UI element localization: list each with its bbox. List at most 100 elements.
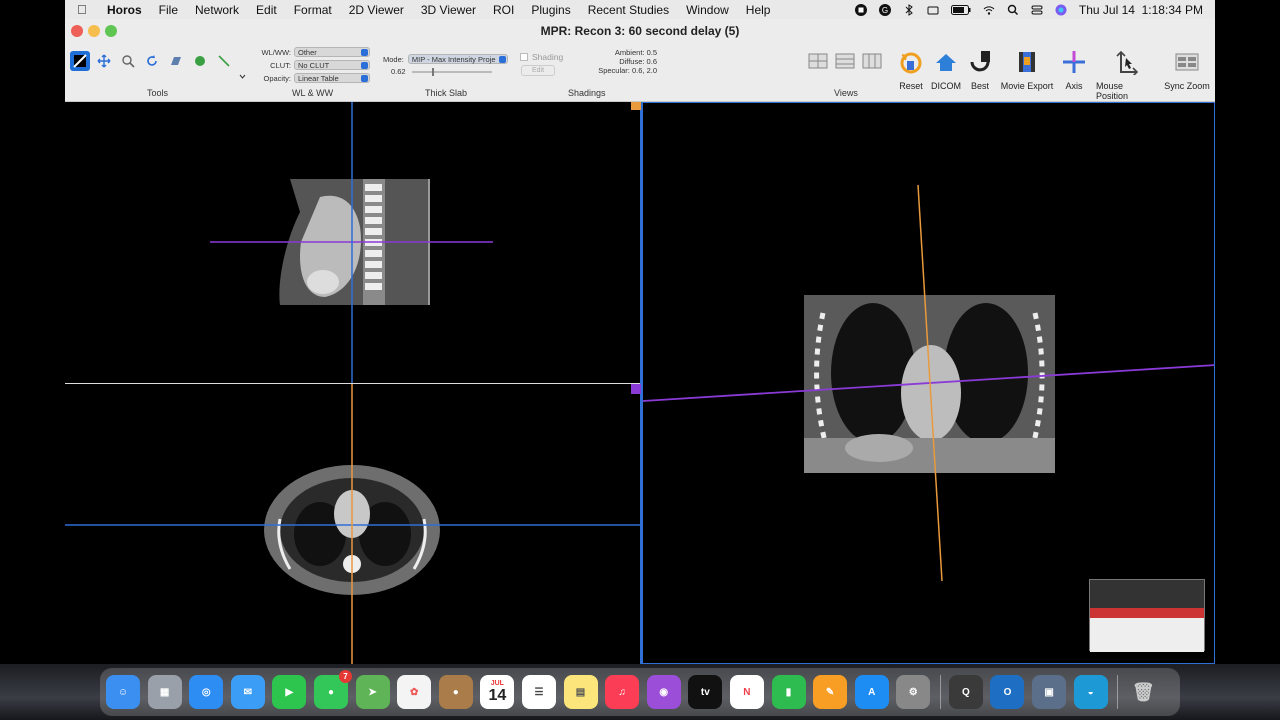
slab-thickness-value: 0.62 bbox=[391, 67, 406, 76]
move-tool-button[interactable] bbox=[94, 51, 114, 71]
launchpad-icon[interactable]: ▦ bbox=[147, 675, 182, 709]
horos-icon[interactable]: ◒ bbox=[1073, 675, 1108, 709]
wlww-group-label: WL & WW bbox=[292, 88, 334, 98]
menu-clock[interactable]: Thu Jul 14 1:18:34 PM bbox=[1079, 3, 1203, 17]
sphere-icon bbox=[195, 56, 205, 66]
mouse-position-icon bbox=[1116, 50, 1139, 75]
safari-icon[interactable]: ◎ bbox=[189, 675, 224, 709]
sync-zoom-button[interactable]: Sync Zoom bbox=[1157, 47, 1217, 91]
diffuse-value: Diffuse: 0.6 bbox=[619, 57, 657, 66]
contacts-icon[interactable]: ● bbox=[438, 675, 473, 709]
shadings-group-label: Shadings bbox=[568, 88, 606, 98]
axial-ct-image bbox=[65, 384, 640, 664]
numbers-icon[interactable]: ▮ bbox=[771, 675, 806, 709]
apple-tv-icon[interactable]: tv bbox=[688, 675, 723, 709]
notes-icon[interactable]: ▤ bbox=[563, 675, 598, 709]
menu-help[interactable]: Help bbox=[746, 3, 771, 17]
wl-tool-button[interactable] bbox=[70, 51, 90, 71]
view-layout-grid-icon[interactable] bbox=[808, 53, 828, 69]
menu-roi[interactable]: ROI bbox=[493, 3, 514, 17]
zoom-tool-button[interactable] bbox=[118, 51, 138, 71]
mouse-position-button[interactable]: Mouse Position bbox=[1096, 47, 1156, 101]
outlook-icon[interactable]: O bbox=[990, 675, 1025, 709]
photos-icon[interactable]: ✿ bbox=[397, 675, 432, 709]
maps-icon[interactable]: ➤ bbox=[355, 675, 390, 709]
coronal-viewport[interactable] bbox=[642, 102, 1215, 664]
keyboard-icon[interactable] bbox=[927, 4, 939, 16]
spotlight-search-icon[interactable] bbox=[1007, 4, 1019, 16]
measure-tool-button[interactable] bbox=[214, 51, 234, 71]
grammarly-icon[interactable]: G bbox=[878, 3, 891, 16]
facetime-icon[interactable]: ▶ bbox=[272, 675, 307, 709]
axis-button[interactable]: Axis bbox=[1044, 47, 1104, 91]
pages-icon[interactable]: ✎ bbox=[813, 675, 848, 709]
mail-icon[interactable]: ✉ bbox=[230, 675, 265, 709]
shading-checkbox[interactable] bbox=[520, 53, 528, 61]
wl-select[interactable]: Other bbox=[294, 47, 370, 57]
reminders-icon[interactable]: ☰ bbox=[521, 675, 556, 709]
menu-network[interactable]: Network bbox=[195, 3, 239, 17]
opacity-value: Linear Table bbox=[298, 73, 339, 83]
ambient-value: Ambient: 0.5 bbox=[614, 48, 657, 57]
rotate-tool-button[interactable] bbox=[142, 51, 162, 71]
sagittal-handle[interactable] bbox=[631, 102, 641, 110]
app-store-icon[interactable]: A bbox=[854, 675, 889, 709]
slab-tool-button[interactable] bbox=[166, 51, 186, 71]
slab-thickness-slider[interactable] bbox=[411, 67, 492, 76]
sagittal-viewport[interactable] bbox=[65, 102, 640, 383]
messages-icon[interactable]: ● 7 bbox=[313, 670, 352, 709]
sync-zoom-icon bbox=[1175, 53, 1199, 71]
opacity-select[interactable]: Linear Table bbox=[294, 73, 370, 83]
mouse-position-label: Mouse Position bbox=[1096, 81, 1129, 101]
trash-icon[interactable]: 🗑 bbox=[1126, 675, 1160, 709]
wifi-icon[interactable] bbox=[983, 4, 995, 16]
news-icon[interactable]: N bbox=[729, 675, 764, 709]
zoom-window-button[interactable] bbox=[105, 25, 117, 37]
podcasts-icon[interactable]: ◉ bbox=[646, 675, 681, 709]
menu-window[interactable]: Window bbox=[686, 3, 729, 17]
app-menu[interactable]: Horos bbox=[107, 3, 142, 17]
window-titlebar: MPR: Recon 3: 60 second delay (5) bbox=[65, 19, 1215, 43]
preview-icon[interactable]: ▣ bbox=[1032, 675, 1067, 709]
tv-label: tv bbox=[700, 686, 710, 698]
window-level-icon bbox=[73, 54, 87, 68]
calendar-icon[interactable]: JUL 14 bbox=[480, 675, 515, 709]
clut-select[interactable]: No CLUT bbox=[294, 60, 370, 70]
quicktime-icon[interactable]: Q bbox=[948, 675, 983, 709]
thumbnail-preview[interactable] bbox=[1089, 579, 1205, 652]
axis-label: Axis bbox=[1065, 81, 1083, 91]
music-icon[interactable]: ♫ bbox=[605, 675, 640, 709]
finder-icon[interactable]: ☺ bbox=[106, 675, 140, 709]
menu-plugins[interactable]: Plugins bbox=[531, 3, 570, 17]
apple-menu-icon[interactable]:  bbox=[77, 2, 99, 17]
view-layout-columns-icon[interactable] bbox=[862, 53, 882, 69]
control-center-icon[interactable] bbox=[1031, 4, 1043, 16]
menu-format[interactable]: Format bbox=[294, 3, 332, 17]
siri-icon[interactable] bbox=[1055, 4, 1067, 16]
mode-select[interactable]: MIP - Max Intensity Proje bbox=[407, 54, 508, 64]
shading-edit-button[interactable]: Edit bbox=[521, 65, 555, 76]
menu-recent-studies[interactable]: Recent Studies bbox=[588, 3, 669, 17]
rotate-icon bbox=[147, 55, 157, 66]
dock-separator-2 bbox=[1117, 675, 1119, 709]
axial-viewport[interactable] bbox=[65, 384, 640, 664]
menu-file[interactable]: File bbox=[159, 3, 178, 17]
close-window-button[interactable] bbox=[71, 25, 83, 37]
mpr-window: MPR: Recon 3: 60 second delay (5) Tools … bbox=[65, 19, 1215, 664]
menu-edit[interactable]: Edit bbox=[256, 3, 277, 17]
stop-recording-icon[interactable] bbox=[854, 3, 867, 16]
calendar-month: JUL bbox=[490, 679, 504, 687]
sagittal-ct-image bbox=[210, 102, 493, 383]
view-layout-rows-icon[interactable] bbox=[835, 53, 855, 69]
chevron-down-icon[interactable] bbox=[239, 74, 246, 79]
minimize-window-button[interactable] bbox=[88, 25, 100, 37]
coronal-handle[interactable] bbox=[631, 384, 641, 394]
battery-icon[interactable] bbox=[950, 4, 971, 15]
tools-group-label: Tools bbox=[147, 88, 169, 98]
menu-3d-viewer[interactable]: 3D Viewer bbox=[421, 3, 476, 17]
film-strip-icon bbox=[1019, 52, 1035, 72]
bluetooth-icon[interactable] bbox=[903, 3, 915, 16]
sphere-tool-button[interactable] bbox=[190, 51, 210, 71]
system-preferences-icon[interactable]: ⚙ bbox=[896, 675, 931, 709]
menu-2d-viewer[interactable]: 2D Viewer bbox=[349, 3, 404, 17]
